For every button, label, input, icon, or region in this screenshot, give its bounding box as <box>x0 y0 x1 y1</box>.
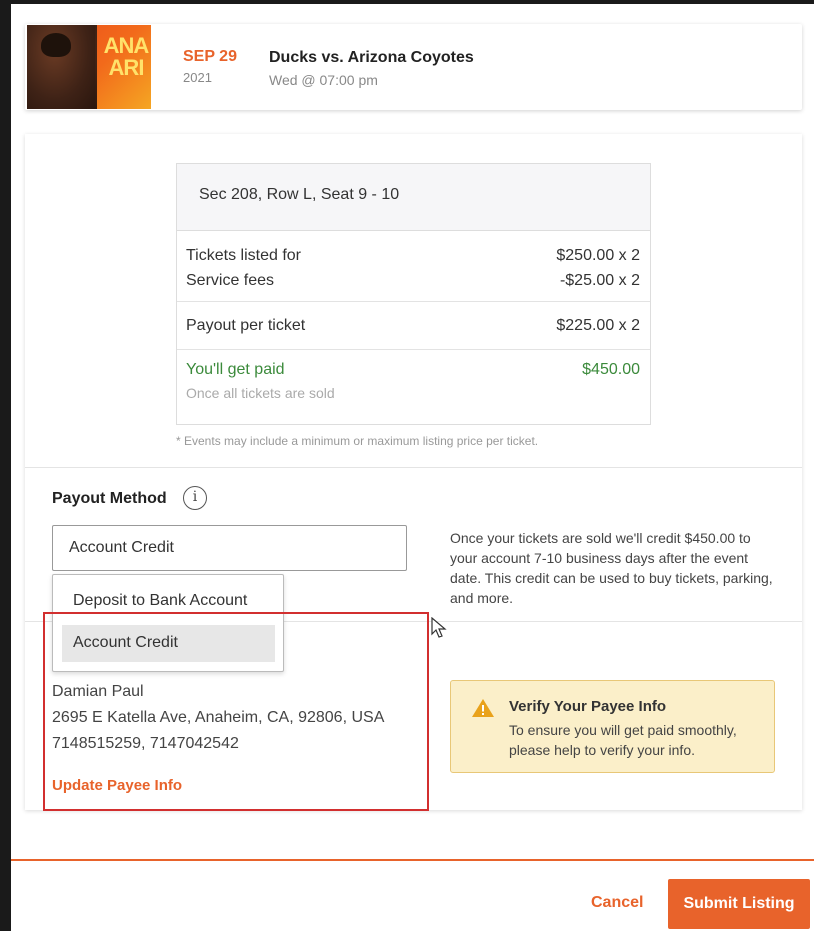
event-time: Wed @ 07:00 pm <box>269 72 378 88</box>
cancel-button[interactable]: Cancel <box>591 894 643 912</box>
event-thumbnail: ANA ARI <box>27 25 151 109</box>
event-artwork-text: ANA ARI <box>103 33 150 80</box>
seat-info: Sec 208, Row L, Seat 9 - 10 <box>177 164 650 231</box>
payout-per-ticket-block: Payout per ticket $225.00 x 2 <box>177 302 650 350</box>
summary-row-value: -$25.00 x 2 <box>559 272 640 289</box>
verify-body: To ensure you will get paid smoothly, pl… <box>509 722 737 758</box>
page: ANA ARI SEP 29 2021 Ducks vs. Arizona Co… <box>11 4 814 931</box>
verify-payee-alert: Verify Your Payee Info To ensure you wil… <box>450 680 775 773</box>
summary-row-total: You'll get paid $450.00 <box>177 361 650 379</box>
listing-card: Sec 208, Row L, Seat 9 - 10 Tickets list… <box>25 134 802 811</box>
payout-method-dropdown: Deposit to Bank Account Account Credit <box>52 574 284 672</box>
event-title: Ducks vs. Arizona Coyotes <box>269 49 474 66</box>
summary-row-fees: Service fees -$25.00 x 2 <box>177 268 650 293</box>
event-date: SEP 29 <box>183 48 237 65</box>
price-summary: Sec 208, Row L, Seat 9 - 10 Tickets list… <box>176 163 651 425</box>
event-artwork-figure <box>27 25 97 109</box>
mouse-cursor-icon <box>431 617 447 638</box>
verify-title: Verify Your Payee Info <box>509 698 667 715</box>
payee-phones: 7148515259, 7147042542 <box>52 735 239 752</box>
summary-row-value: $250.00 x 2 <box>556 247 640 264</box>
payee-name: Damian Paul <box>52 683 144 700</box>
summary-row-value: $225.00 x 2 <box>556 317 640 334</box>
submit-listing-button[interactable]: Submit Listing <box>668 879 810 929</box>
footer-divider <box>11 859 814 861</box>
payout-description: Once your tickets are sold we'll credit … <box>450 530 773 606</box>
event-card[interactable]: ANA ARI SEP 29 2021 Ducks vs. Arizona Co… <box>25 24 802 110</box>
warning-triangle-icon <box>472 699 494 717</box>
update-payee-link[interactable]: Update Payee Info <box>52 777 182 794</box>
total-paid-note: Once all tickets are sold <box>186 385 335 401</box>
summary-row-payout: Payout per ticket $225.00 x 2 <box>177 313 650 338</box>
event-year: 2021 <box>183 70 212 85</box>
dropdown-option-account-credit[interactable]: Account Credit <box>62 625 275 662</box>
dropdown-option-bank[interactable]: Deposit to Bank Account <box>62 583 275 620</box>
fees-block: Tickets listed for $250.00 x 2 Service f… <box>177 231 650 302</box>
summary-row-label: Payout per ticket <box>186 317 306 334</box>
total-paid-block: You'll get paid $450.00 Once all tickets… <box>177 350 650 401</box>
total-paid-value: $450.00 <box>582 361 640 378</box>
section-divider <box>25 467 802 468</box>
payee-address: 2695 E Katella Ave, Anaheim, CA, 92806, … <box>52 709 385 726</box>
summary-row-label: Service fees <box>186 272 275 289</box>
payout-method-label: Payout Method <box>52 490 167 507</box>
summary-row-label: Tickets listed for <box>186 247 301 264</box>
payout-method-select[interactable]: Account Credit <box>52 525 407 571</box>
price-disclaimer: * Events may include a minimum or maximu… <box>176 434 539 448</box>
info-icon[interactable]: i <box>183 486 207 510</box>
summary-row-listed: Tickets listed for $250.00 x 2 <box>177 243 650 268</box>
total-paid-label: You'll get paid <box>186 361 285 378</box>
